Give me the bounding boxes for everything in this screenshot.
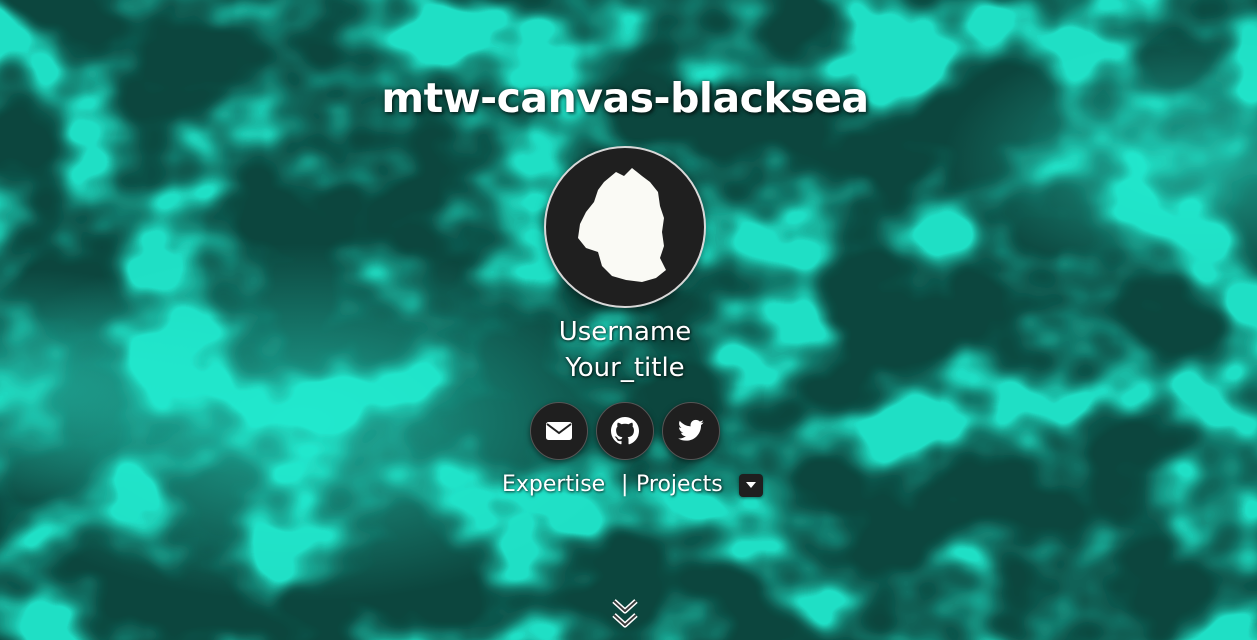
avatar <box>544 146 706 308</box>
envelope-icon <box>546 422 572 440</box>
hero: mtw-canvas-blacksea Username Your_title … <box>0 0 1257 640</box>
nav-separator: | <box>621 472 629 497</box>
main-nav: Expertise | Projects <box>0 470 1257 500</box>
scroll-down-button[interactable] <box>610 598 640 634</box>
github-button[interactable] <box>596 402 654 460</box>
email-button[interactable] <box>530 402 588 460</box>
github-icon <box>611 417 639 445</box>
page-title: mtw-canvas-blacksea <box>381 74 869 122</box>
nav-link-projects[interactable]: Projects <box>636 470 723 500</box>
projects-dropdown-toggle[interactable] <box>739 474 763 497</box>
user-title: Your_title <box>565 353 685 383</box>
twitter-icon <box>678 419 704 441</box>
username: Username <box>558 317 692 347</box>
caret-down-icon <box>746 482 756 488</box>
double-chevron-down-icon <box>612 599 638 628</box>
avatar-silhouette-icon <box>578 168 666 282</box>
twitter-button[interactable] <box>662 402 720 460</box>
nav-link-expertise[interactable]: Expertise <box>502 470 605 500</box>
